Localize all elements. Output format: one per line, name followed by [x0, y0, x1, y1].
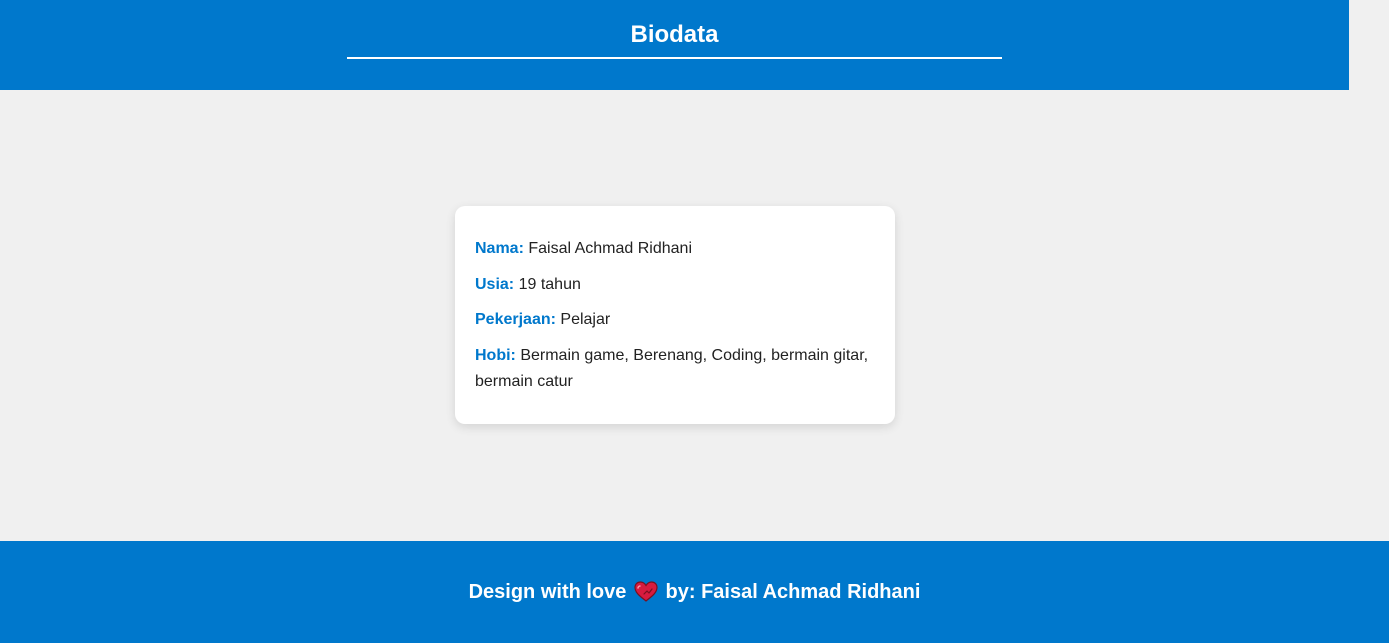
field-job-value: Pelajar — [560, 311, 611, 328]
field-age-value: 19 tahun — [518, 275, 581, 293]
field-hobbies-value: Bermain game, Berenang, Coding, bermain … — [475, 346, 869, 390]
page-header: Biodata — [0, 0, 1349, 90]
field-name: Nama: Faisal Achmad Ridhani — [475, 236, 875, 262]
field-name-value: Faisal Achmad Ridhani — [528, 240, 692, 257]
page-title: Biodata — [630, 21, 719, 48]
biodata-card: Nama: Faisal Achmad Ridhani Usia: 19 tah… — [455, 206, 895, 424]
heart-icon — [634, 581, 658, 602]
footer-text-after: by: Faisal Achmad Ridhani — [665, 581, 921, 603]
page-footer: Design with love by: Faisal Achmad Ridha… — [0, 541, 1389, 643]
field-hobbies: Hobi: Bermain game, Berenang, Coding, be… — [475, 343, 875, 395]
field-name-label: Nama: — [475, 240, 524, 257]
field-hobbies-label: Hobi: — [475, 346, 516, 364]
field-age: Usia: 19 tahun — [475, 272, 875, 298]
field-age-label: Usia: — [475, 275, 515, 293]
footer-text-before: Design with love — [468, 581, 627, 603]
field-job: Pekerjaan: Pelajar — [475, 307, 875, 333]
field-job-label: Pekerjaan: — [475, 311, 556, 328]
title-underline — [347, 57, 1002, 59]
footer-credit: Design with love by: Faisal Achmad Ridha… — [0, 579, 1389, 605]
